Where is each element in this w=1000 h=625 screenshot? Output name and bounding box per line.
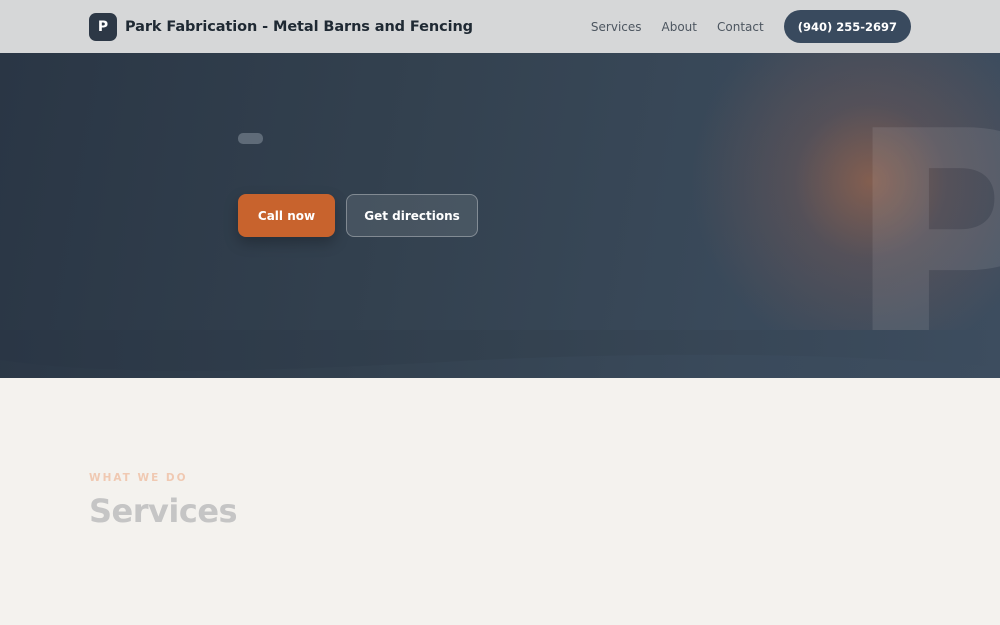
- hero-heading-placeholder: [238, 133, 263, 144]
- phone-button[interactable]: (940) 255-2697: [783, 10, 911, 43]
- nav-link-services[interactable]: Services: [591, 20, 642, 34]
- call-now-button[interactable]: Call now: [238, 194, 335, 237]
- brand-name[interactable]: Park Fabrication - Metal Barns and Fenci…: [125, 19, 473, 35]
- nav-link-about[interactable]: About: [662, 20, 697, 34]
- services-title: Services: [89, 492, 238, 530]
- main-nav: Services About Contact (940) 255-2697: [591, 10, 911, 43]
- nav-link-contact[interactable]: Contact: [717, 20, 764, 34]
- logo-badge[interactable]: P: [89, 12, 117, 41]
- site-header: P Park Fabrication - Metal Barns and Fen…: [0, 0, 1000, 53]
- get-directions-button[interactable]: Get directions: [346, 194, 478, 237]
- section-eyebrow: WHAT WE DO: [89, 472, 188, 484]
- hero-wave-divider: [0, 330, 1000, 371]
